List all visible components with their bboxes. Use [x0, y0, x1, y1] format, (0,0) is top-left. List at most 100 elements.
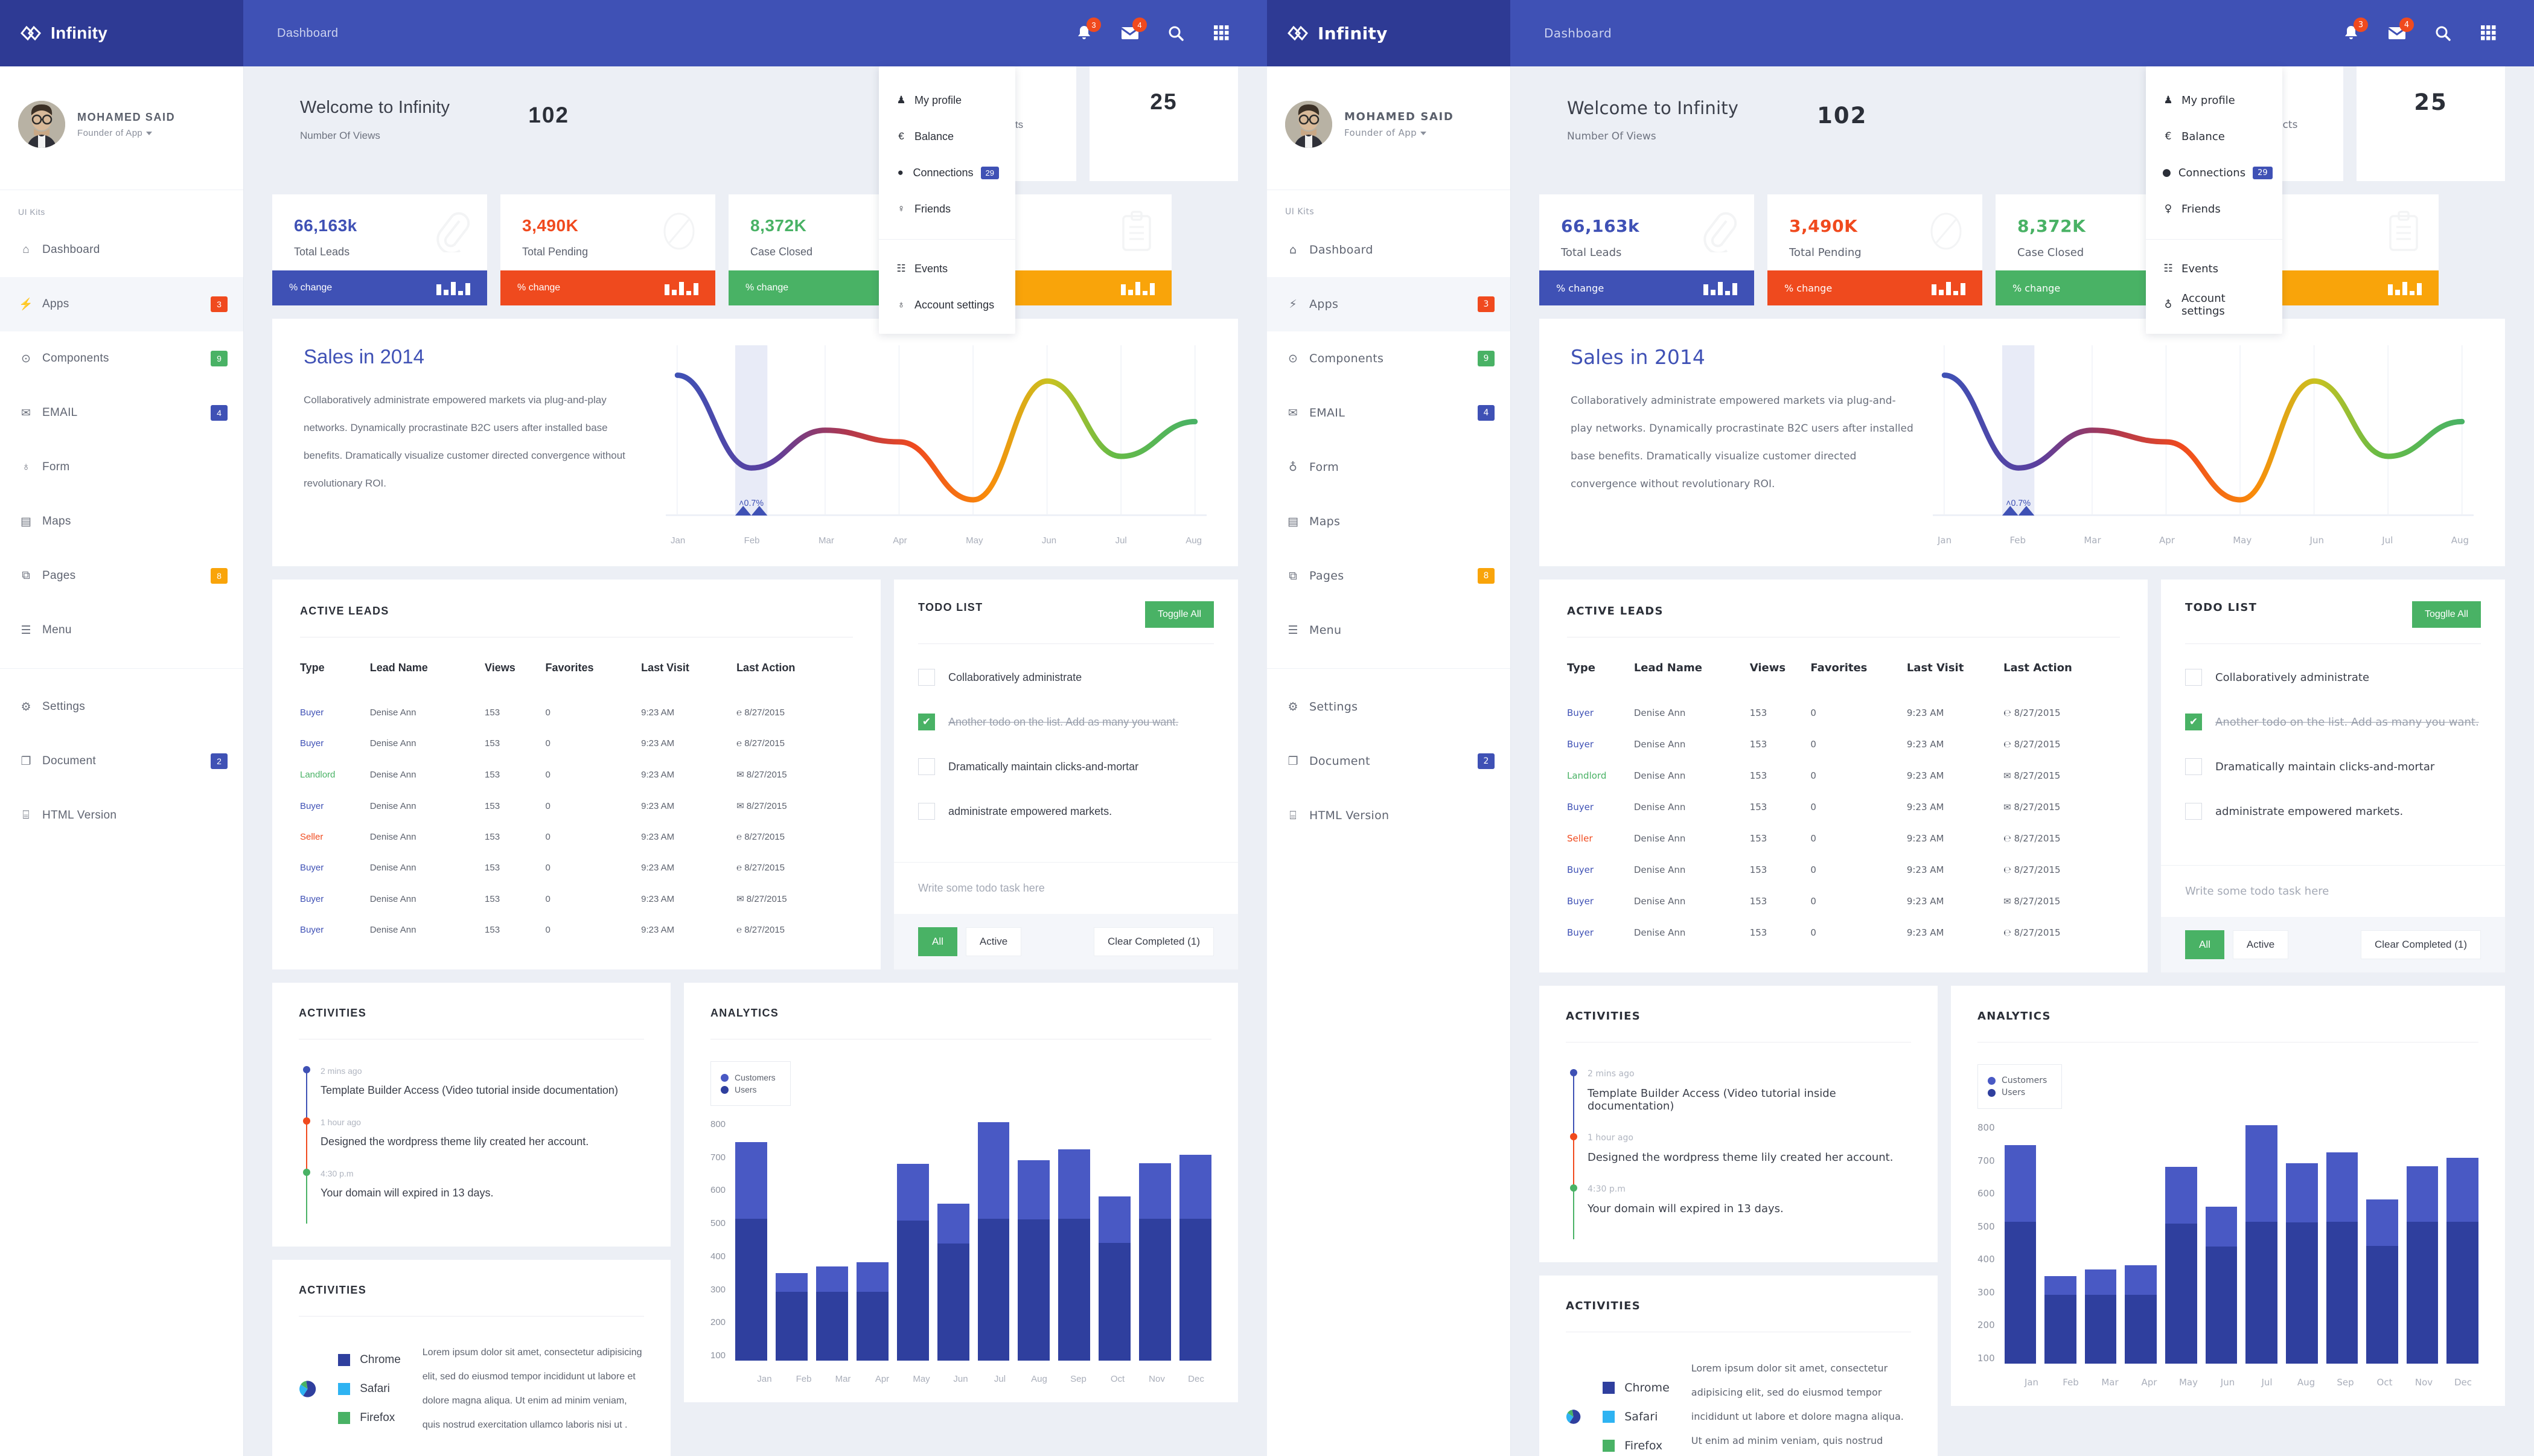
brand[interactable]: Infinity	[1267, 0, 1510, 66]
todo-item[interactable]: ✔ Another todo on the list. Add as many y…	[2185, 700, 2481, 744]
todo-checkbox[interactable]: ✔	[2185, 714, 2202, 730]
column-header[interactable]: Last Action	[736, 637, 853, 697]
envelope-icon[interactable]: 4	[2387, 18, 2414, 43]
sidebar-item-dashboard[interactable]: ⌂ Dashboard	[0, 223, 243, 277]
todo-checkbox[interactable]	[2185, 758, 2202, 775]
sidebar-item-form[interactable]: ♁ Form	[1267, 440, 1510, 494]
todo-item[interactable]: Dramatically maintain clicks-and-mortar	[2185, 744, 2481, 789]
table-row[interactable]: Buyer Denise Ann 153 0 9:23 AM ✉ 8/27/2015	[300, 883, 853, 915]
column-header[interactable]: Views	[1750, 637, 1811, 697]
profile-block[interactable]: MOHAMED SAID Founder of App	[0, 66, 243, 190]
search-icon[interactable]	[2433, 23, 2453, 43]
sidebar-item-apps[interactable]: ⚡ Apps 3	[0, 277, 243, 331]
dropdown-item-my-profile[interactable]: ♟ My profile	[2146, 82, 2282, 118]
grid-apps-icon[interactable]	[2478, 23, 2499, 43]
column-header[interactable]: Type	[300, 637, 370, 697]
table-row[interactable]: Buyer Denise Ann 153 0 9:23 AM ℮ 8/27/2015	[1567, 854, 2120, 886]
breadcrumb[interactable]: Dashboard	[277, 27, 338, 40]
todo-filter-all[interactable]: All	[918, 927, 957, 956]
todo-filter-all[interactable]: All	[2185, 930, 2224, 959]
todo-checkbox[interactable]: ✔	[918, 714, 935, 730]
bell-icon[interactable]: 3	[2341, 18, 2368, 43]
clear-completed-button[interactable]: Clear Completed (1)	[1093, 927, 1214, 956]
todo-checkbox[interactable]	[918, 803, 935, 820]
todo-filter-active[interactable]: Active	[965, 927, 1022, 956]
dropdown-item-account-settings[interactable]: ♁ Account settings	[879, 287, 1015, 323]
column-header[interactable]: Favorites	[546, 637, 642, 697]
sidebar-item-document[interactable]: ❐ Document 2	[1267, 734, 1510, 788]
column-header[interactable]: Type	[1567, 637, 1634, 697]
column-header[interactable]: Lead Name	[370, 637, 485, 697]
breadcrumb[interactable]: Dashboard	[1544, 26, 1612, 40]
todo-input[interactable]: Write some todo task here	[2161, 865, 2505, 917]
stat-card-1[interactable]: 3,490K Total Pending% change	[500, 194, 715, 305]
table-row[interactable]: Buyer Denise Ann 153 0 9:23 AM ℮ 8/27/2015	[1567, 697, 2120, 729]
envelope-icon[interactable]: 4	[1120, 18, 1147, 43]
dropdown-item-balance[interactable]: € Balance	[879, 118, 1015, 155]
table-row[interactable]: Buyer Denise Ann 153 0 9:23 AM ℮ 8/27/2015	[1567, 729, 2120, 760]
todo-item[interactable]: administrate empowered markets.	[2185, 789, 2481, 834]
table-row[interactable]: Buyer Denise Ann 153 0 9:23 AM ℮ 8/27/2015	[300, 852, 853, 883]
column-header[interactable]: Views	[485, 637, 546, 697]
todo-item[interactable]: Dramatically maintain clicks-and-mortar	[918, 744, 1214, 789]
profile-role[interactable]: Founder of App	[77, 128, 175, 138]
table-row[interactable]: Buyer Denise Ann 153 0 9:23 AM ✉ 8/27/2015	[1567, 886, 2120, 917]
todo-item[interactable]: Collaboratively administrate	[918, 655, 1214, 700]
stat-card-0[interactable]: 66,163k Total Leads% change	[272, 194, 487, 305]
sidebar-item-maps[interactable]: ▤ Maps	[0, 494, 243, 549]
todo-checkbox[interactable]	[918, 758, 935, 775]
sidebar-item-document[interactable]: ❐ Document 2	[0, 734, 243, 788]
sidebar-item-pages[interactable]: ⧉ Pages 8	[1267, 549, 1510, 603]
sidebar-item-settings[interactable]: ⚙ Settings	[1267, 680, 1510, 734]
dropdown-item-balance[interactable]: € Balance	[2146, 118, 2282, 155]
sidebar-item-apps[interactable]: ⚡ Apps 3	[1267, 277, 1510, 331]
table-row[interactable]: Buyer Denise Ann 153 0 9:23 AM ✉ 8/27/2015	[1567, 791, 2120, 823]
todo-filter-active[interactable]: Active	[2232, 930, 2289, 959]
sidebar-item-components[interactable]: ⊙ Components 9	[1267, 331, 1510, 386]
table-row[interactable]: Buyer Denise Ann 153 0 9:23 AM ℮ 8/27/2015	[1567, 917, 2120, 948]
table-row[interactable]: Seller Denise Ann 153 0 9:23 AM ℮ 8/27/2015	[300, 822, 853, 852]
todo-item[interactable]: ✔ Another todo on the list. Add as many y…	[918, 700, 1214, 744]
column-header[interactable]: Lead Name	[1634, 637, 1750, 697]
sidebar-item-maps[interactable]: ▤ Maps	[1267, 494, 1510, 549]
profile-role[interactable]: Founder of App	[1344, 127, 1454, 138]
table-row[interactable]: Buyer Denise Ann 153 0 9:23 AM ✉ 8/27/2015	[300, 790, 853, 822]
sidebar-item-html-version[interactable]: ⌸ HTML Version	[0, 788, 243, 843]
dropdown-item-account-settings[interactable]: ♁ Account settings	[2146, 287, 2282, 323]
table-row[interactable]: Seller Denise Ann 153 0 9:23 AM ℮ 8/27/2015	[1567, 823, 2120, 854]
search-icon[interactable]	[1166, 23, 1186, 43]
sidebar-item-dashboard[interactable]: ⌂ Dashboard	[1267, 223, 1510, 277]
column-header[interactable]: Last Action	[2003, 637, 2120, 697]
sidebar-item-menu[interactable]: ☰ Menu	[0, 603, 243, 657]
sidebar-item-email[interactable]: ✉ EMAIL 4	[0, 386, 243, 440]
dropdown-item-friends[interactable]: ♀ Friends	[879, 191, 1015, 227]
sidebar-item-menu[interactable]: ☰ Menu	[1267, 603, 1510, 657]
todo-item[interactable]: administrate empowered markets.	[918, 789, 1214, 834]
grid-apps-icon[interactable]	[1211, 23, 1232, 43]
sidebar-item-form[interactable]: ♁ Form	[0, 440, 243, 494]
stat-card-1[interactable]: 3,490K Total Pending% change	[1767, 194, 1982, 305]
dropdown-item-my-profile[interactable]: ♟ My profile	[879, 82, 1015, 118]
sidebar-item-settings[interactable]: ⚙ Settings	[0, 680, 243, 734]
table-row[interactable]: Buyer Denise Ann 153 0 9:23 AM ℮ 8/27/2015	[300, 915, 853, 945]
stat-card-0[interactable]: 66,163k Total Leads% change	[1539, 194, 1754, 305]
column-header[interactable]: Last Visit	[1907, 637, 2003, 697]
todo-checkbox[interactable]	[2185, 669, 2202, 686]
dropdown-item-events[interactable]: ☷ Events	[879, 251, 1015, 287]
table-row[interactable]: Buyer Denise Ann 153 0 9:23 AM ℮ 8/27/2015	[300, 728, 853, 759]
sidebar-item-pages[interactable]: ⧉ Pages 8	[0, 549, 243, 603]
sidebar-item-html-version[interactable]: ⌸ HTML Version	[1267, 788, 1510, 843]
profile-block[interactable]: MOHAMED SAID Founder of App	[1267, 66, 1510, 190]
sidebar-item-email[interactable]: ✉ EMAIL 4	[1267, 386, 1510, 440]
dropdown-item-friends[interactable]: ♀ Friends	[2146, 191, 2282, 227]
table-row[interactable]: Buyer Denise Ann 153 0 9:23 AM ℮ 8/27/2015	[300, 697, 853, 728]
todo-item[interactable]: Collaboratively administrate	[2185, 655, 2481, 700]
todo-input[interactable]: Write some todo task here	[894, 862, 1238, 914]
clear-completed-button[interactable]: Clear Completed (1)	[2360, 930, 2481, 959]
column-header[interactable]: Last Visit	[641, 637, 736, 697]
table-row[interactable]: Landlord Denise Ann 153 0 9:23 AM ✉ 8/27/2015	[300, 759, 853, 790]
toggle-all-button[interactable]: Togglle All	[2411, 601, 2481, 628]
table-row[interactable]: Landlord Denise Ann 153 0 9:23 AM ✉ 8/27/2015	[1567, 760, 2120, 791]
sidebar-item-components[interactable]: ⊙ Components 9	[0, 331, 243, 386]
bell-icon[interactable]: 3	[1074, 18, 1101, 43]
